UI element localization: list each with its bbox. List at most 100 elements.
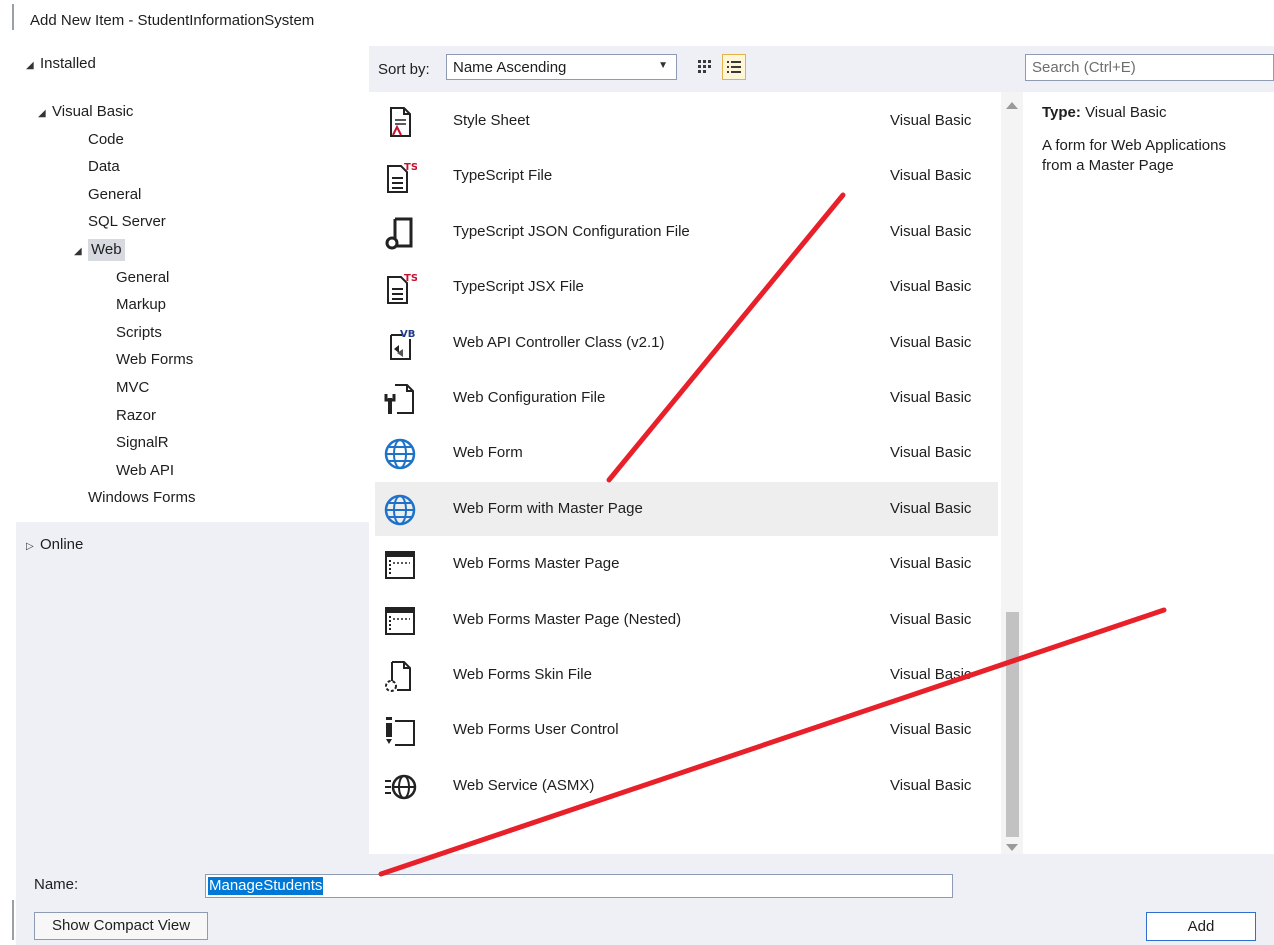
master-page-icon — [383, 548, 417, 582]
scroll-down-arrow-icon[interactable] — [1006, 844, 1018, 851]
template-list-item[interactable]: Web Form with Master Page Visual Basic — [375, 481, 998, 536]
user-control-icon — [383, 714, 417, 748]
web-service-icon — [383, 770, 417, 804]
template-language: Visual Basic — [890, 444, 972, 462]
tree-node-label: General — [88, 185, 142, 203]
tree-node-label: Web API — [116, 461, 175, 479]
template-name: TypeScript File — [453, 167, 553, 185]
tree-node[interactable]: ◢ Web — [74, 239, 125, 261]
template-language: Visual Basic — [890, 666, 972, 683]
list-view-button[interactable] — [722, 54, 746, 80]
window-title: Add New Item - StudentInformationSystem — [30, 12, 315, 29]
template-list: Style Sheet Visual Basic TS TypeScript File… — [375, 92, 1000, 854]
tree-node[interactable]: General — [88, 184, 141, 206]
template-list-item[interactable]: TS TypeScript JSX File Visual Basic — [375, 260, 998, 314]
template-language: Visual Basic — [890, 112, 972, 129]
list-scrollbar[interactable] — [1001, 92, 1023, 854]
template-list-item[interactable]: Style Sheet Visual Basic — [375, 94, 998, 148]
description-line: A form for Web Applications — [1042, 137, 1226, 154]
template-list-item[interactable]: VB Web API Controller Class (v2.1) Visual … — [375, 316, 998, 370]
tree-node[interactable]: Data — [88, 156, 120, 178]
globe-icon — [383, 493, 417, 527]
name-input[interactable]: ManageStudents — [205, 874, 953, 898]
expanded-triangle-icon: ◢ — [38, 108, 46, 119]
template-list-item[interactable]: Web Form Visual Basic — [375, 426, 998, 480]
expanded-triangle-icon: ◢ — [26, 60, 34, 71]
template-language: Visual Basic — [890, 721, 972, 739]
medium-icons-view-button[interactable] — [694, 55, 716, 79]
template-list-item[interactable]: Web Configuration File Visual Basic — [375, 371, 998, 425]
template-list-item[interactable]: Web Service (ASMX) Visual Basic — [375, 759, 998, 813]
tree-node-installed[interactable]: ◢ Installed — [26, 53, 96, 75]
tree-node-online[interactable]: ▷ Online — [26, 534, 83, 556]
template-list-item[interactable]: TS TypeScript File Visual Basic — [375, 149, 998, 203]
add-button[interactable]: Add — [1146, 912, 1256, 941]
title-bar: Add New Item - StudentInformationSystem — [0, 0, 1274, 46]
tree-node-label: MVC — [116, 379, 150, 396]
tree-node[interactable]: Web API — [116, 460, 174, 482]
template-list-item[interactable]: Web Forms Master Page (Nested) Visual Bas… — [375, 593, 998, 647]
scroll-thumb[interactable] — [1006, 612, 1019, 837]
tree-node-label: Scripts — [116, 323, 162, 341]
type-value: Visual Basic — [1085, 104, 1167, 121]
tree-node[interactable]: Code — [88, 129, 124, 151]
details-pane: Type: Visual Basic A form for Web Applic… — [1026, 92, 1274, 854]
template-language: Visual Basic — [890, 389, 972, 406]
tree-node[interactable]: General — [116, 267, 169, 289]
template-name: Web Forms Master Page — [453, 555, 620, 573]
chevron-down-icon: ▼ — [658, 60, 668, 71]
tree-node[interactable]: SQL Server — [88, 211, 166, 233]
tree-node-label: Web — [88, 239, 125, 261]
sort-select[interactable]: Name Ascending ▼ — [446, 54, 677, 80]
tree-node[interactable]: SignalR — [116, 432, 169, 454]
typescript-jsx-file-icon: TS — [383, 271, 418, 305]
window-edge-line — [12, 4, 14, 30]
template-language: Visual Basic — [890, 222, 972, 240]
description-line: from a Master Page — [1042, 157, 1174, 174]
tree-node-label: SQL Server — [88, 213, 166, 231]
tree-node-label: SignalR — [116, 434, 169, 452]
template-list-item[interactable]: Web Forms Master Page Visual Basic — [375, 537, 998, 591]
template-list-item[interactable]: Web Forms User Control Visual Basic — [375, 703, 998, 757]
search-input[interactable]: Search (Ctrl+E) — [1025, 54, 1274, 81]
tree-node-label: Data — [88, 158, 120, 176]
item-description: A form for Web Applications from a Maste… — [1042, 136, 1274, 176]
svg-text:VB: VB — [400, 329, 415, 340]
bottom-bar: Name: ManageStudents Show Compact View A… — [16, 854, 1274, 945]
tree-node[interactable]: Windows Forms — [88, 487, 196, 509]
tree-node[interactable]: Web Forms — [116, 349, 193, 371]
collapsed-triangle-icon: ▷ — [26, 541, 34, 552]
template-language: Visual Basic — [890, 776, 972, 794]
template-language: Visual Basic — [890, 278, 972, 296]
skin-file-icon — [383, 659, 417, 693]
tree-node[interactable]: Scripts — [116, 322, 162, 344]
name-label: Name: — [34, 876, 79, 893]
tree-node-label: Web Forms — [116, 351, 194, 369]
tree-node[interactable]: Razor — [116, 405, 156, 427]
template-language: Visual Basic — [890, 610, 972, 628]
tree-node-label: Windows Forms — [88, 489, 196, 507]
tree-node[interactable]: Markup — [116, 294, 166, 316]
template-name: TypeScript JSX File — [453, 278, 584, 296]
list-view-icon — [727, 61, 741, 73]
template-name: Web Forms Master Page (Nested) — [453, 610, 682, 628]
template-name: Web API Controller Class (v2.1) — [453, 333, 665, 351]
tree-node[interactable]: MVC — [116, 377, 149, 399]
tree-node[interactable]: ◢ Visual Basic — [38, 101, 133, 123]
template-language: Visual Basic — [890, 499, 972, 517]
show-compact-view-button[interactable]: Show Compact View — [34, 912, 208, 940]
template-list-item[interactable]: Web Forms Skin File Visual Basic — [375, 648, 998, 702]
grid-view-icon — [698, 60, 711, 73]
template-name: Style Sheet — [453, 112, 530, 129]
template-name: Web Form with Master Page — [453, 499, 643, 517]
globe-icon — [383, 437, 417, 471]
tree-node-label: Razor — [116, 406, 157, 424]
search-placeholder: Search (Ctrl+E) — [1032, 59, 1136, 76]
json-config-file-icon — [383, 216, 417, 250]
installed-section: ◢ Installed ◢ Visual Basic Code Data General S… — [16, 46, 369, 522]
sort-by-label: Sort by: — [378, 61, 430, 78]
template-list-item[interactable]: TypeScript JSON Configuration File Visual… — [375, 205, 998, 259]
type-line: Type: Visual Basic — [1042, 104, 1167, 121]
typescript-file-icon: TS — [383, 160, 418, 194]
scroll-up-arrow-icon[interactable] — [1006, 102, 1018, 109]
